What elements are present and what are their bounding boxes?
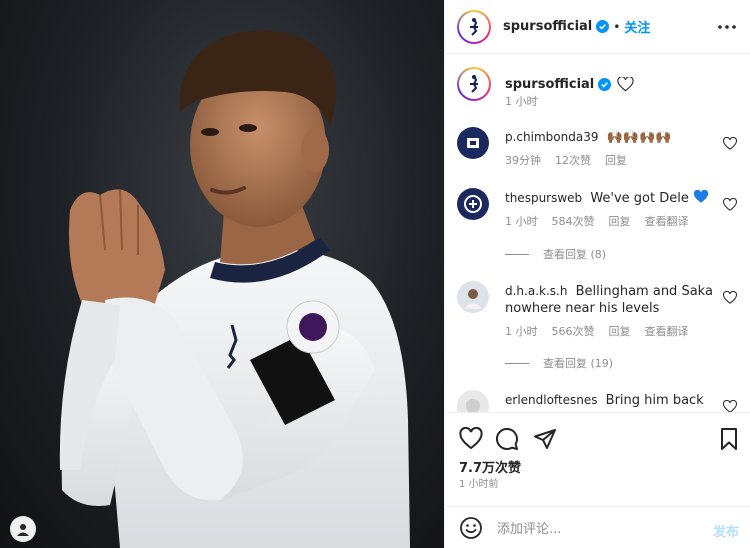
post-side-panel: spursofficial • 关注 spursofficial 1 小时 p.… <box>444 0 750 548</box>
caption-avatar[interactable] <box>457 67 491 101</box>
comment-like-heart-icon[interactable] <box>723 400 737 412</box>
translate-button[interactable]: 查看翻译 <box>645 213 689 229</box>
comment-like-heart-icon[interactable] <box>723 198 737 212</box>
replies-line <box>505 362 529 364</box>
post-comment-button[interactable]: 发布 <box>713 521 739 540</box>
comment-body: erlendloftesnes Bring him back <box>505 392 727 409</box>
instagram-post: spursofficial • 关注 spursofficial 1 小时 p.… <box>0 0 750 548</box>
add-comment-bar: 添加评论... 发布 <box>445 506 750 548</box>
spurs-cockerel-icon <box>470 75 478 93</box>
comment-username[interactable]: erlendloftesnes <box>505 393 598 407</box>
like-count[interactable]: 7.7万次赞 <box>459 457 521 476</box>
follow-button[interactable]: 关注 <box>624 17 650 36</box>
comment-likes[interactable]: 12次赞 <box>555 152 591 168</box>
player-photo-illustration <box>59 30 410 548</box>
translate-button[interactable]: 查看翻译 <box>645 323 689 339</box>
comment-username[interactable]: thespursweb <box>505 191 582 205</box>
comment-emoji: 🙌🏾🙌🏾🙌🏾🙌🏾 <box>606 130 672 145</box>
comment-input[interactable]: 添加评论... <box>497 518 697 537</box>
view-replies-label: 查看回复 (19) <box>543 357 614 370</box>
more-horizontal-icon[interactable] <box>715 16 739 38</box>
comment-likes[interactable]: 566次赞 <box>552 323 595 339</box>
post-actions: 7.7万次赞 1 小时前 <box>445 412 750 506</box>
comment-like-heart-icon[interactable] <box>723 137 737 151</box>
smiley-icon[interactable] <box>459 516 483 540</box>
heart-icon[interactable] <box>459 427 483 451</box>
comments-list[interactable]: spursofficial 1 小时 p.chimbonda39 🙌🏾🙌🏾🙌🏾🙌… <box>445 55 750 412</box>
comment-username[interactable]: d.h.a.k.s.h <box>505 284 567 298</box>
comment-meta: 1 小时 584次赞 回复 查看翻译 <box>505 213 689 229</box>
comment-body: thespursweb We've got Dele <box>505 189 727 207</box>
verified-badge-icon <box>598 77 612 91</box>
caption-time: 1 小时 <box>505 95 538 108</box>
blue-heart-emoji-icon <box>693 189 709 203</box>
comment-time: 1 小时 <box>505 215 538 228</box>
bookmark-icon[interactable] <box>717 427 741 451</box>
comment-meta: 1 小时 566次赞 回复 查看翻译 <box>505 323 689 339</box>
comment-bubble-icon[interactable] <box>495 427 519 451</box>
comment-time: 1 小时 <box>505 325 538 338</box>
post-caption: spursofficial <box>457 67 634 101</box>
post-photo[interactable] <box>0 0 444 548</box>
replies-line <box>505 253 529 255</box>
comment-avatar[interactable] <box>457 188 489 220</box>
comment-avatar[interactable] <box>457 127 489 159</box>
view-replies-label: 查看回复 (8) <box>543 248 607 261</box>
comment-username[interactable]: p.chimbonda39 <box>505 130 598 144</box>
header-username[interactable]: spursofficial <box>503 19 592 34</box>
verified-badge-icon <box>596 20 610 33</box>
comment-text: We've got Dele <box>590 191 689 206</box>
comment-text: Bring him back <box>605 393 704 408</box>
comment-body: d.h.a.k.s.h Bellingham and Saka nowhere … <box>505 283 727 317</box>
caption-username[interactable]: spursofficial <box>505 77 594 92</box>
separator-dot: • <box>613 19 621 34</box>
reply-button[interactable]: 回复 <box>609 213 631 229</box>
view-replies-button[interactable]: 查看回复 (19) <box>505 355 613 371</box>
reply-button[interactable]: 回复 <box>609 323 631 339</box>
spurs-cockerel-icon <box>470 17 478 36</box>
comment-time: 39分钟 <box>505 154 541 167</box>
account-avatar[interactable] <box>457 9 491 44</box>
reply-button[interactable]: 回复 <box>605 152 627 168</box>
comment-body: p.chimbonda39 🙌🏾🙌🏾🙌🏾🙌🏾 <box>505 129 727 146</box>
comment-likes[interactable]: 584次赞 <box>552 213 595 229</box>
view-replies-button[interactable]: 查看回复 (8) <box>505 246 606 262</box>
comment-avatar[interactable] <box>457 390 489 412</box>
profile-icon[interactable] <box>10 516 36 542</box>
paper-plane-icon[interactable] <box>533 427 557 451</box>
post-header: spursofficial • 关注 <box>445 0 750 54</box>
comment-avatar[interactable] <box>457 281 489 313</box>
post-time: 1 小时前 <box>459 479 499 490</box>
comment-meta: 39分钟 12次赞 回复 <box>505 152 627 168</box>
white-heart-emoji-icon <box>617 76 634 91</box>
comment-like-heart-icon[interactable] <box>723 291 737 305</box>
